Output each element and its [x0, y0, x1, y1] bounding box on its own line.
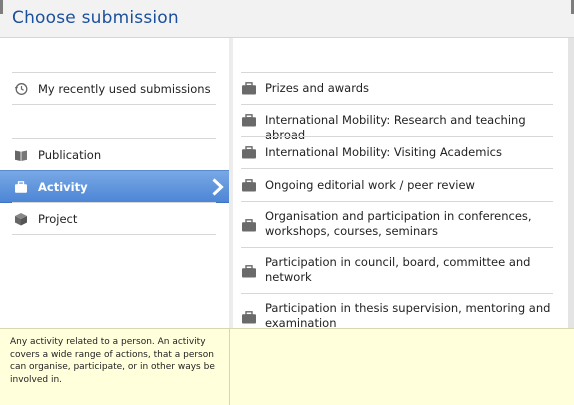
briefcase-icon	[242, 114, 256, 127]
briefcase-icon	[242, 179, 256, 192]
category-project[interactable]: Project	[12, 202, 216, 235]
submission-item[interactable]: Ongoing editorial work / peer review	[241, 168, 553, 201]
description-panel: Any activity related to a person. An act…	[0, 329, 230, 405]
description-footer: Any activity related to a person. An act…	[0, 328, 574, 405]
dialog-header: Choose submission	[0, 0, 574, 38]
submission-label: Ongoing editorial work / peer review	[265, 178, 475, 192]
briefcase-icon	[242, 219, 256, 232]
submission-label: Prizes and awards	[265, 81, 370, 95]
submission-label: Participation in thesis supervision, men…	[265, 301, 551, 328]
dialog-title: Choose submission	[12, 8, 179, 28]
category-label: Project	[38, 211, 78, 226]
briefcase-icon	[242, 311, 256, 324]
category-panel: My recently used submissions Publication…	[0, 38, 230, 328]
scrollbar-track[interactable]	[568, 38, 574, 328]
briefcase-icon	[242, 146, 256, 159]
book-icon	[15, 150, 27, 161]
category-label: My recently used submissions	[38, 81, 211, 96]
category-description: Any activity related to a person. An act…	[10, 337, 215, 385]
category-recent[interactable]: My recently used submissions	[12, 72, 216, 105]
submission-item[interactable]: Organisation and participation in confer…	[241, 201, 553, 247]
chevron-right-icon	[212, 178, 224, 196]
briefcase-icon	[242, 265, 256, 278]
cube-icon	[15, 212, 27, 225]
submission-label: Organisation and participation in confer…	[265, 209, 532, 238]
category-label: Activity	[38, 179, 88, 194]
submission-item[interactable]: Participation in thesis supervision, men…	[241, 293, 553, 328]
submission-label: International Mobility: Visiting Academi…	[265, 145, 502, 159]
submission-label: Participation in council, board, committ…	[265, 255, 531, 284]
category-label: Publication	[38, 147, 102, 162]
category-publication[interactable]: Publication	[12, 138, 216, 171]
submission-item[interactable]: Prizes and awards	[241, 72, 553, 104]
briefcase-icon	[242, 82, 256, 95]
submission-item[interactable]: Participation in council, board, committ…	[241, 247, 553, 293]
submission-item[interactable]: International Mobility: Research and tea…	[241, 104, 553, 142]
choose-submission-dialog: Choose submission My recently used submi…	[0, 0, 574, 405]
window-edge-left	[0, 0, 3, 14]
category-activity[interactable]: Activity	[0, 170, 229, 203]
briefcase-icon	[15, 180, 27, 193]
submission-item[interactable]: International Mobility: Visiting Academi…	[241, 136, 553, 168]
history-icon	[14, 82, 28, 95]
submission-list: Prizes and awards International Mobility…	[233, 38, 574, 328]
